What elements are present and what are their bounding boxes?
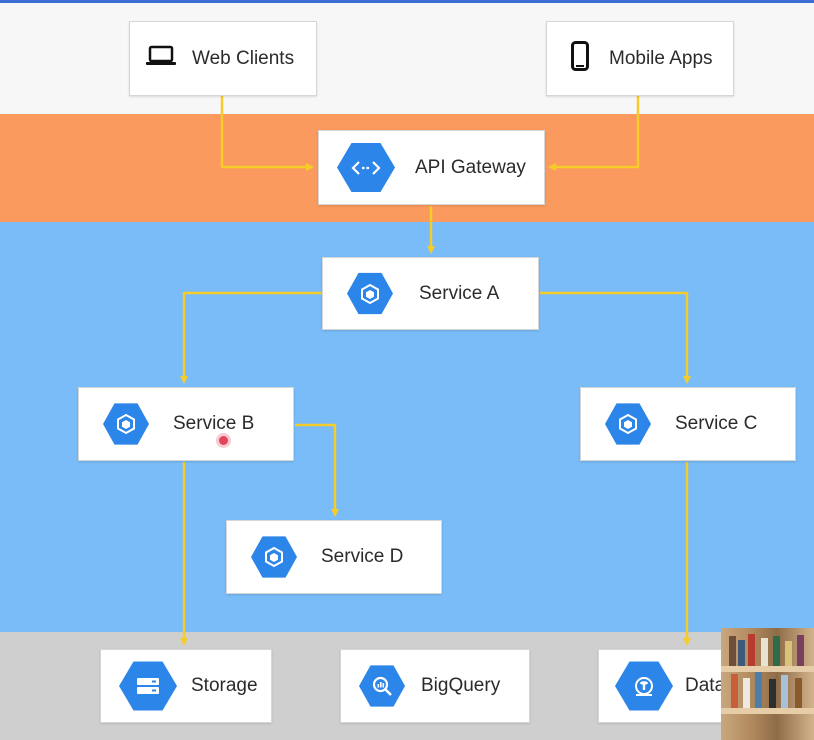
pointer-marker xyxy=(219,436,228,445)
api-gateway-label: API Gateway xyxy=(415,156,526,178)
laptop-icon xyxy=(146,45,176,72)
webcam-overlay xyxy=(721,628,814,740)
datastore-icon xyxy=(615,661,673,711)
smartphone-icon xyxy=(571,41,589,76)
web-clients-label: Web Clients xyxy=(192,47,295,69)
service-b-label: Service B xyxy=(173,413,255,434)
service-icon xyxy=(251,536,297,578)
mobile-apps-label: Mobile Apps xyxy=(609,47,713,69)
service-a-node[interactable]: Service A xyxy=(322,257,539,330)
service-c-node[interactable]: Service C xyxy=(580,387,796,461)
data-label: Data xyxy=(685,675,726,696)
service-icon xyxy=(103,403,149,445)
web-clients-node[interactable]: Web Clients xyxy=(129,21,317,96)
storage-node[interactable]: Storage xyxy=(100,649,272,723)
storage-icon xyxy=(119,661,177,711)
service-icon xyxy=(605,403,651,445)
mobile-apps-node[interactable]: Mobile Apps xyxy=(546,21,734,96)
service-b-node[interactable]: Service B xyxy=(78,387,294,461)
service-d-label: Service D xyxy=(321,546,404,567)
service-d-node[interactable]: Service D xyxy=(226,520,442,594)
bigquery-node[interactable]: BigQuery xyxy=(340,649,530,723)
storage-label: Storage xyxy=(191,675,258,696)
api-gateway-node[interactable]: API Gateway xyxy=(318,130,545,205)
service-a-label: Service A xyxy=(419,282,500,304)
bigquery-icon xyxy=(359,665,405,707)
service-c-label: Service C xyxy=(675,413,758,434)
service-icon xyxy=(347,272,393,315)
api-gateway-icon xyxy=(337,143,395,192)
bigquery-label: BigQuery xyxy=(421,675,501,696)
